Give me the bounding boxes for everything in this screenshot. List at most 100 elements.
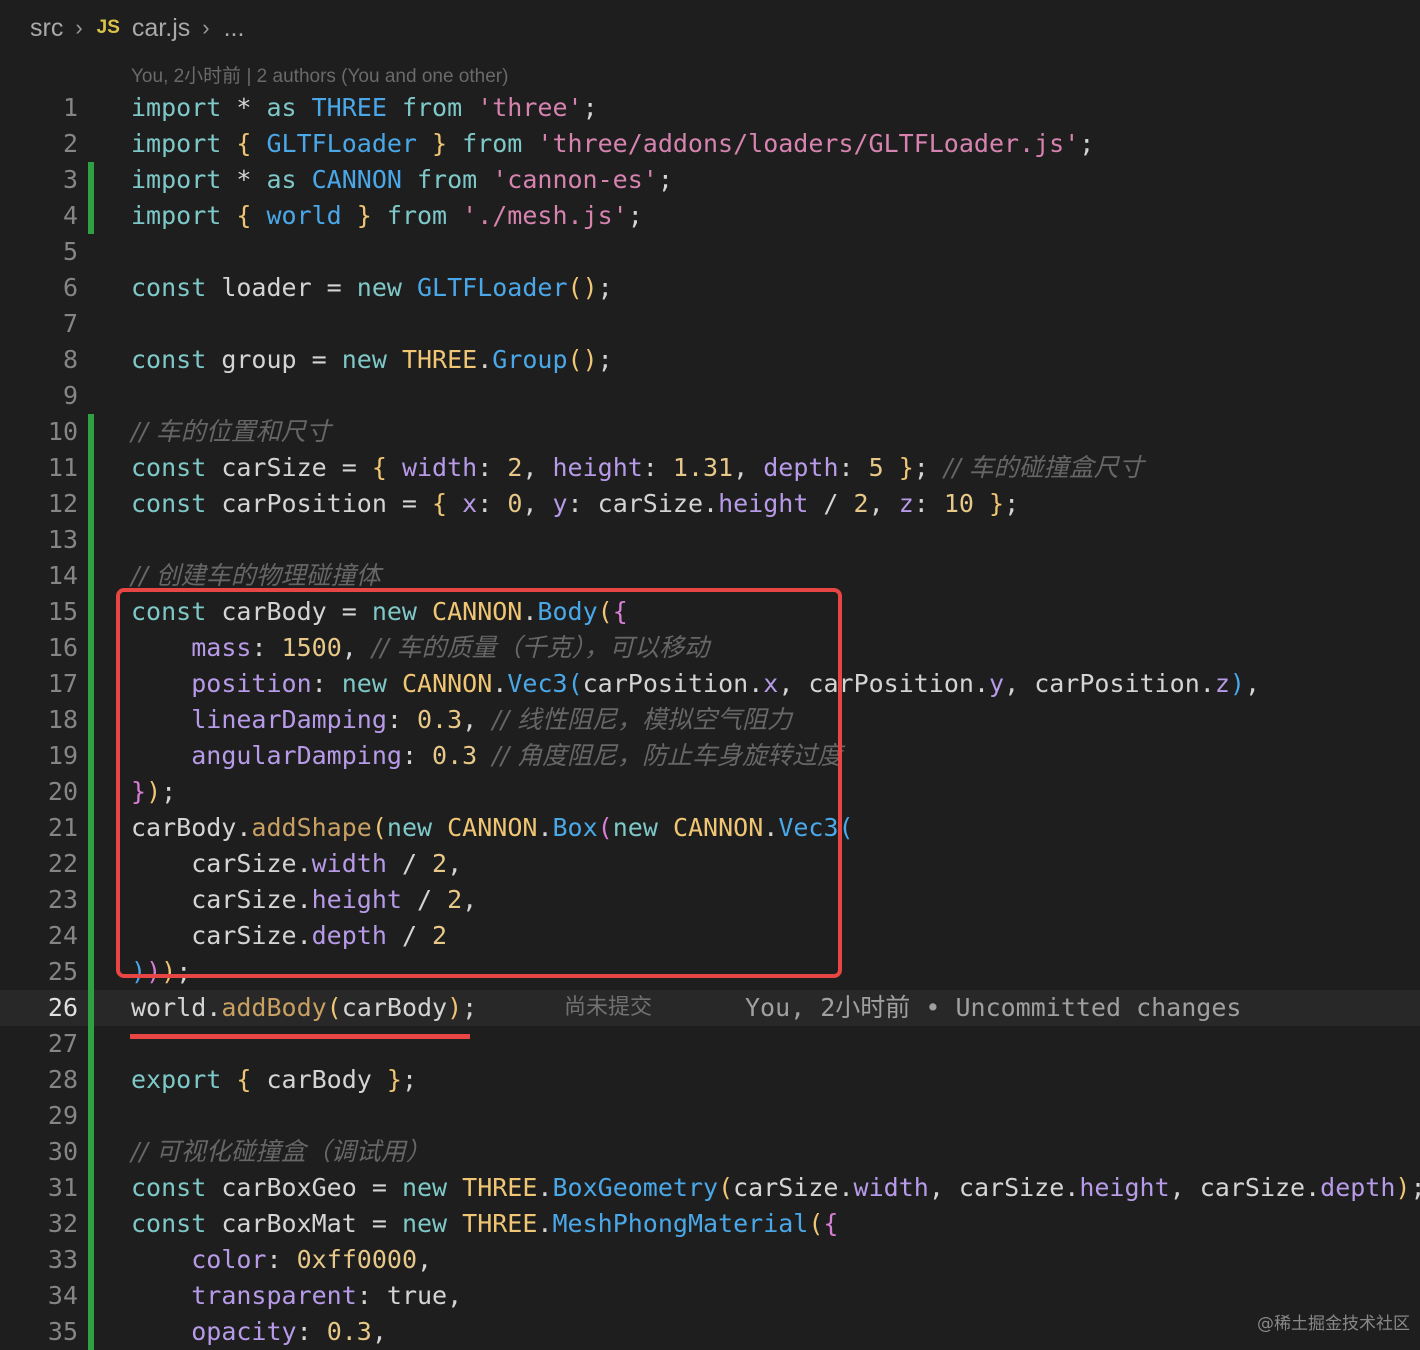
modified-gutter-indicator[interactable] (88, 1278, 94, 1314)
modified-gutter-indicator[interactable] (88, 1170, 94, 1206)
modified-gutter-indicator[interactable] (88, 954, 94, 990)
code-line[interactable]: 34 transparent: true, (0, 1278, 1420, 1314)
modified-gutter-indicator[interactable] (88, 1134, 94, 1170)
code-text: // 可视化碰撞盒（调试用） (131, 1134, 431, 1170)
modified-gutter-indicator[interactable] (88, 1026, 94, 1062)
modified-gutter-indicator[interactable] (88, 810, 94, 846)
code-token: ( (718, 1173, 734, 1202)
code-token: true, (386, 1281, 463, 1310)
line-number: 10 (47, 417, 78, 446)
code-token: . (477, 345, 493, 374)
modified-gutter-indicator[interactable] (88, 738, 94, 774)
code-token: : (913, 489, 944, 518)
code-line[interactable]: 5 (0, 234, 1420, 270)
code-line[interactable]: 13 (0, 522, 1420, 558)
code-token: // 可视化碰撞盒（调试用） (131, 1137, 431, 1166)
code-token: new (356, 273, 417, 302)
code-line[interactable]: 2 import { GLTFLoader } from 'three/addon… (0, 126, 1420, 162)
modified-gutter-indicator[interactable] (88, 1314, 94, 1350)
modified-gutter-indicator[interactable] (88, 1206, 94, 1242)
code-text: transparent: true, (131, 1278, 462, 1314)
code-line[interactable]: 28 export { carBody }; (0, 1062, 1420, 1098)
code-line[interactable]: 33 color: 0xff0000, (0, 1242, 1420, 1278)
breadcrumb: src › JS car.js › ... (30, 10, 244, 46)
js-file-icon: JS (96, 17, 120, 38)
line-number: 26 (47, 993, 78, 1022)
code-token: ; (1079, 129, 1095, 158)
code-token: CANNON (311, 165, 417, 194)
code-line[interactable]: 4 import { world } from './mesh.js'; (0, 198, 1420, 234)
code-line[interactable]: 11 const carSize = { width: 2, height: 1.… (0, 450, 1420, 486)
modified-gutter-indicator[interactable] (88, 882, 94, 918)
code-token: ) (1229, 669, 1245, 698)
code-token: , (522, 453, 553, 482)
code-token: GLTFLoader (266, 129, 433, 158)
code-line[interactable]: 30 // 可视化碰撞盒（调试用） (0, 1134, 1420, 1170)
line-number: 30 (47, 1137, 78, 1166)
code-token: import (131, 93, 237, 122)
code-line[interactable]: 32 const carBoxMat = new THREE.MeshPhongM… (0, 1206, 1420, 1242)
modified-gutter-indicator[interactable] (88, 918, 94, 954)
code-token: , (733, 453, 764, 482)
modified-gutter-indicator[interactable] (88, 558, 94, 594)
modified-gutter-indicator[interactable] (88, 486, 94, 522)
code-line[interactable]: 31 const carBoxGeo = new THREE.BoxGeometr… (0, 1170, 1420, 1206)
code-line[interactable]: 7 (0, 306, 1420, 342)
modified-gutter-indicator[interactable] (88, 594, 94, 630)
inline-blame-text[interactable]: You, 2小时前 • Uncommitted changes (745, 990, 1241, 1026)
modified-gutter-indicator[interactable] (88, 450, 94, 486)
code-token: ; (401, 1065, 418, 1094)
code-line[interactable]: 27 (0, 1026, 1420, 1062)
code-token: } (356, 201, 387, 230)
code-token: height (718, 489, 824, 518)
code-line[interactable]: 35 opacity: 0.3, (0, 1314, 1420, 1350)
code-line[interactable]: 9 (0, 378, 1420, 414)
code-token: * (236, 165, 267, 194)
code-token: ) (447, 993, 463, 1022)
modified-gutter-indicator[interactable] (88, 414, 94, 450)
code-token: MeshPhongMaterial (552, 1209, 809, 1238)
code-line[interactable]: 29 (0, 1098, 1420, 1134)
breadcrumb-folder[interactable]: src (30, 14, 63, 43)
code-token: THREE (311, 93, 402, 122)
code-line[interactable]: 10 // 车的位置和尺寸 (0, 414, 1420, 450)
code-line[interactable]: 3 import * as CANNON from 'cannon-es'; (0, 162, 1420, 198)
modified-gutter-indicator[interactable] (88, 702, 94, 738)
code-token: ; (462, 993, 478, 1022)
breadcrumb-file[interactable]: car.js (132, 14, 190, 43)
modified-gutter-indicator[interactable] (88, 990, 94, 1026)
modified-gutter-indicator[interactable] (88, 774, 94, 810)
code-text: const group = new THREE.Group(); (131, 342, 613, 378)
blame-header[interactable]: You, 2小时前 | 2 authors (You and one other… (131, 61, 508, 88)
modified-gutter-indicator[interactable] (88, 846, 94, 882)
code-token: ; (657, 165, 673, 194)
code-text: opacity: 0.3, (131, 1314, 387, 1350)
code-line[interactable]: 26 world.addBody(carBody); 尚未提交 You, 2小时前 •… (0, 990, 1420, 1026)
modified-gutter-indicator[interactable] (88, 198, 94, 234)
code-text: world.addBody(carBody); (131, 990, 477, 1026)
code-token: : (642, 453, 673, 482)
code-token: , carPosition. (1004, 669, 1215, 698)
code-token: loader = (221, 273, 357, 302)
modified-gutter-indicator[interactable] (88, 162, 94, 198)
code-line[interactable]: 8 const group = new THREE.Group(); (0, 342, 1420, 378)
line-number: 15 (47, 597, 78, 626)
code-line[interactable]: 1 import * as THREE from 'three'; (0, 90, 1420, 126)
code-line[interactable]: 12 const carPosition = { x: 0, y: carSize… (0, 486, 1420, 522)
modified-gutter-indicator[interactable] (88, 630, 94, 666)
code-token: GLTFLoader (417, 273, 568, 302)
code-token: ; (1004, 489, 1020, 518)
modified-gutter-indicator[interactable] (88, 1098, 94, 1134)
code-token: depth (763, 453, 839, 482)
code-token: ) (1395, 1173, 1411, 1202)
code-token: () (567, 273, 598, 302)
modified-gutter-indicator[interactable] (88, 1062, 94, 1098)
code-token: const (131, 1209, 222, 1238)
modified-gutter-indicator[interactable] (88, 1242, 94, 1278)
modified-gutter-indicator[interactable] (88, 666, 94, 702)
code-line[interactable]: 6 const loader = new GLTFLoader(); (0, 270, 1420, 306)
code-token: const (131, 453, 222, 482)
breadcrumb-more[interactable]: ... (224, 14, 245, 43)
code-token: : (477, 489, 508, 518)
modified-gutter-indicator[interactable] (88, 522, 94, 558)
